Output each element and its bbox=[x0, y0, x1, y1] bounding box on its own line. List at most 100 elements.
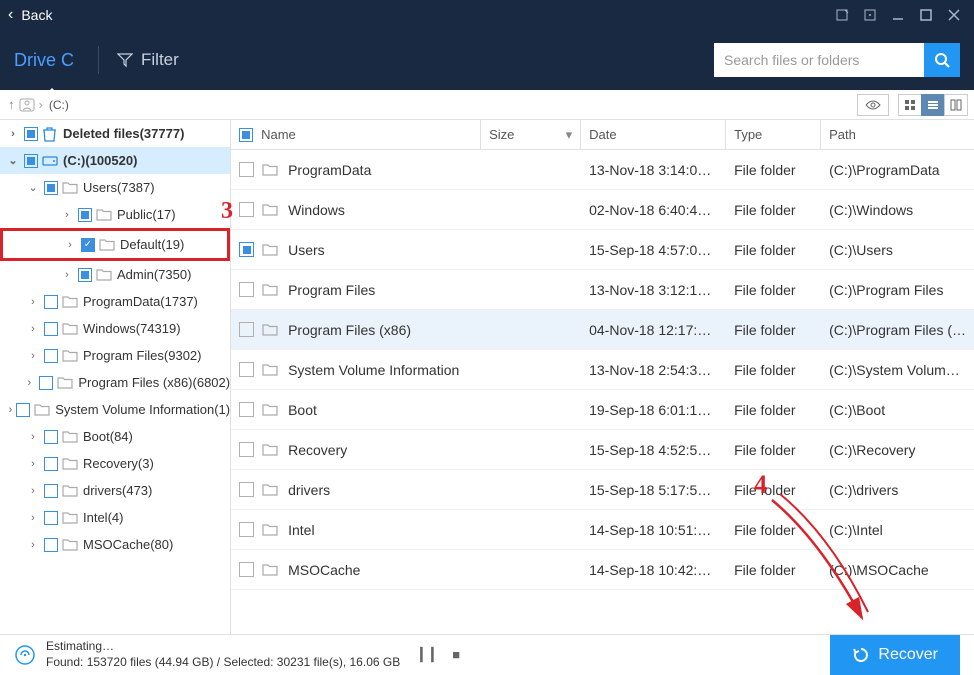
tree-toggle-icon[interactable]: › bbox=[26, 512, 40, 524]
row-checkbox[interactable] bbox=[239, 562, 254, 577]
sidebar[interactable]: ›Deleted files(37777)⌄(C:)(100520)⌄Users… bbox=[0, 120, 231, 634]
row-checkbox[interactable] bbox=[239, 242, 254, 257]
tree-checkbox[interactable] bbox=[44, 349, 58, 363]
search-button[interactable] bbox=[924, 43, 960, 77]
stop-button[interactable]: ■ bbox=[452, 647, 460, 663]
file-rows[interactable]: ProgramData13-Nov-18 3:14:00 …File folde… bbox=[231, 150, 974, 634]
tree-checkbox[interactable] bbox=[44, 538, 58, 552]
tree-toggle-icon[interactable]: › bbox=[23, 377, 35, 389]
tree-checkbox[interactable] bbox=[44, 457, 58, 471]
breadcrumb[interactable]: (C:) bbox=[49, 98, 69, 112]
row-checkbox[interactable] bbox=[239, 522, 254, 537]
col-date[interactable]: Date bbox=[581, 120, 726, 149]
minimize-icon[interactable] bbox=[886, 3, 910, 27]
table-row[interactable]: Intel14-Sep-18 10:51:29…File folder(C:)\… bbox=[231, 510, 974, 550]
table-row[interactable]: Program Files13-Nov-18 3:12:17 …File fol… bbox=[231, 270, 974, 310]
back-caret-icon[interactable]: ‹ bbox=[8, 6, 13, 24]
tree-checkbox[interactable] bbox=[44, 295, 58, 309]
view-detail-icon[interactable] bbox=[944, 94, 968, 116]
table-row[interactable]: Recovery15-Sep-18 4:52:58 …File folder(C… bbox=[231, 430, 974, 470]
filter-icon[interactable] bbox=[117, 52, 133, 68]
tree-toggle-icon[interactable]: › bbox=[63, 239, 77, 251]
tree-toggle-icon[interactable]: › bbox=[26, 431, 40, 443]
view-list-icon[interactable] bbox=[921, 94, 945, 116]
tree-toggle-icon[interactable]: › bbox=[9, 404, 13, 416]
tree-item[interactable]: ›System Volume Information(1) bbox=[0, 396, 230, 423]
tree-item[interactable]: ⌄Users(7387) bbox=[0, 174, 230, 201]
tree-item[interactable]: ›Windows(74319) bbox=[0, 315, 230, 342]
row-checkbox[interactable] bbox=[239, 482, 254, 497]
recover-button[interactable]: Recover bbox=[830, 635, 960, 675]
header-checkbox[interactable] bbox=[239, 128, 253, 142]
tree-item[interactable]: ›Recovery(3) bbox=[0, 450, 230, 477]
tree-checkbox[interactable] bbox=[78, 268, 92, 282]
tree-item[interactable]: ›Default(19) bbox=[3, 231, 227, 258]
col-size[interactable]: Size▾ bbox=[481, 120, 581, 149]
table-row[interactable]: Users15-Sep-18 4:57:06 …File folder(C:)\… bbox=[231, 230, 974, 270]
row-checkbox[interactable] bbox=[239, 282, 254, 297]
table-row[interactable]: Boot19-Sep-18 6:01:17 …File folder(C:)\B… bbox=[231, 390, 974, 430]
tree-item[interactable]: ⌄(C:)(100520) bbox=[0, 147, 230, 174]
close-icon[interactable] bbox=[942, 3, 966, 27]
view-grid-icon[interactable] bbox=[898, 94, 922, 116]
row-checkbox[interactable] bbox=[239, 442, 254, 457]
tree-item[interactable]: ›Admin(7350) bbox=[0, 261, 230, 288]
pin-icon[interactable] bbox=[830, 3, 854, 27]
row-checkbox[interactable] bbox=[239, 402, 254, 417]
col-type[interactable]: Type bbox=[726, 120, 821, 149]
tree-item[interactable]: ›Intel(4) bbox=[0, 504, 230, 531]
tree-item[interactable]: ›Boot(84) bbox=[0, 423, 230, 450]
table-row[interactable]: Program Files (x86)04-Nov-18 12:17:48…Fi… bbox=[231, 310, 974, 350]
table-row[interactable]: ProgramData13-Nov-18 3:14:00 …File folde… bbox=[231, 150, 974, 190]
row-type: File folder bbox=[726, 562, 821, 578]
tree-checkbox[interactable] bbox=[24, 127, 38, 141]
search-input[interactable] bbox=[714, 43, 924, 77]
tree-toggle-icon[interactable]: › bbox=[26, 485, 40, 497]
tree-item[interactable]: ›ProgramData(1737) bbox=[0, 288, 230, 315]
table-row[interactable]: drivers15-Sep-18 5:17:54 …File folder(C:… bbox=[231, 470, 974, 510]
tree-checkbox[interactable] bbox=[44, 322, 58, 336]
back-button[interactable]: Back bbox=[21, 7, 52, 23]
preview-button[interactable] bbox=[857, 94, 889, 116]
tree-item[interactable]: ›Program Files (x86)(6802) bbox=[0, 369, 230, 396]
col-path[interactable]: Path bbox=[821, 120, 974, 149]
table-row[interactable]: Windows02-Nov-18 6:40:47 …File folder(C:… bbox=[231, 190, 974, 230]
tree-toggle-icon[interactable]: › bbox=[26, 350, 40, 362]
tree-item[interactable]: ›Deleted files(37777) bbox=[0, 120, 230, 147]
tree-item[interactable]: ›Public(17) bbox=[0, 201, 230, 228]
pause-button[interactable]: ▎▎ bbox=[420, 647, 442, 663]
tree-toggle-icon[interactable]: › bbox=[26, 458, 40, 470]
tree-checkbox[interactable] bbox=[44, 430, 58, 444]
table-row[interactable]: MSOCache14-Sep-18 10:42:25…File folder(C… bbox=[231, 550, 974, 590]
nav-up-icon[interactable]: ↑ bbox=[8, 97, 15, 112]
tree-toggle-icon[interactable]: › bbox=[26, 539, 40, 551]
tree-checkbox[interactable] bbox=[81, 238, 95, 252]
tree-checkbox[interactable] bbox=[78, 208, 92, 222]
maximize-icon[interactable] bbox=[914, 3, 938, 27]
row-checkbox[interactable] bbox=[239, 362, 254, 377]
tree-item[interactable]: ›Program Files(9302) bbox=[0, 342, 230, 369]
filter-button[interactable]: Filter bbox=[141, 50, 179, 70]
tree-toggle-icon[interactable]: › bbox=[26, 296, 40, 308]
table-row[interactable]: System Volume Information13-Nov-18 2:54:… bbox=[231, 350, 974, 390]
tree-item[interactable]: ›drivers(473) bbox=[0, 477, 230, 504]
nav-user-icon[interactable] bbox=[19, 98, 35, 112]
col-name[interactable]: Name bbox=[231, 120, 481, 149]
row-checkbox[interactable] bbox=[239, 162, 254, 177]
tree-toggle-icon[interactable]: ⌄ bbox=[6, 154, 20, 167]
tree-checkbox[interactable] bbox=[44, 484, 58, 498]
row-checkbox[interactable] bbox=[239, 322, 254, 337]
tree-checkbox[interactable] bbox=[16, 403, 30, 417]
row-checkbox[interactable] bbox=[239, 202, 254, 217]
tree-toggle-icon[interactable]: › bbox=[60, 209, 74, 221]
tree-item[interactable]: ›MSOCache(80) bbox=[0, 531, 230, 558]
tree-checkbox[interactable] bbox=[39, 376, 53, 390]
tree-checkbox[interactable] bbox=[44, 181, 58, 195]
tree-toggle-icon[interactable]: › bbox=[60, 269, 74, 281]
tree-toggle-icon[interactable]: › bbox=[6, 128, 20, 140]
restore-down-icon[interactable] bbox=[858, 3, 882, 27]
tree-checkbox[interactable] bbox=[44, 511, 58, 525]
tree-checkbox[interactable] bbox=[24, 154, 38, 168]
tree-toggle-icon[interactable]: › bbox=[26, 323, 40, 335]
tree-toggle-icon[interactable]: ⌄ bbox=[26, 181, 40, 194]
